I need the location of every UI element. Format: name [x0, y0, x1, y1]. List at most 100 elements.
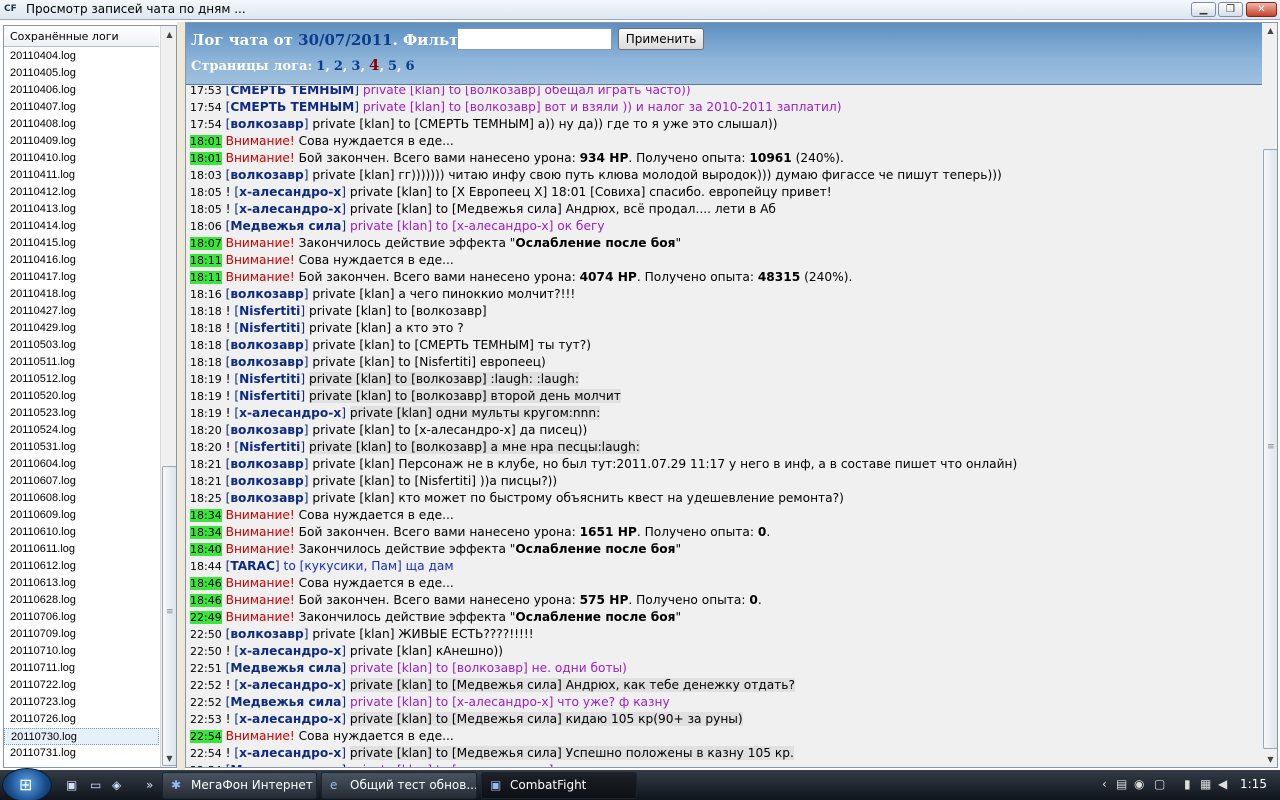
nickname[interactable]: х-алесандро-х: [239, 185, 341, 199]
show-desktop-icon[interactable]: ▣: [66, 778, 77, 792]
quick-launch-more-icon[interactable]: »: [146, 778, 153, 792]
nickname[interactable]: Nisfertiti: [239, 321, 300, 335]
log-file-item[interactable]: 20110427.log: [4, 303, 159, 320]
minimize-button[interactable]: ▁: [1191, 2, 1216, 17]
nickname[interactable]: волкозавр: [230, 168, 303, 182]
scroll-down-arrow-icon[interactable]: ▼: [1263, 752, 1277, 767]
taskbar-button[interactable]: e Общий тест обнов...: [321, 772, 477, 799]
nickname[interactable]: волкозавр: [230, 457, 303, 471]
log-scrollbar[interactable]: ▲ ≡ ▼: [1263, 23, 1277, 767]
nickname[interactable]: Nisfertiti: [239, 304, 300, 318]
nickname[interactable]: х-алесандро-х: [239, 202, 341, 216]
nickname[interactable]: волкозавр: [230, 474, 303, 488]
saved-logs-header[interactable]: Сохранённые логи: [4, 26, 159, 47]
log-file-item[interactable]: 20110413.log: [4, 201, 159, 218]
page-link-6[interactable]: 6: [406, 59, 415, 74]
close-button[interactable]: ✕: [1246, 2, 1277, 17]
nickname[interactable]: волкозавр: [230, 117, 303, 131]
log-file-item[interactable]: 20110523.log: [4, 405, 159, 422]
media-player-icon[interactable]: ◈: [112, 778, 121, 792]
log-file-item[interactable]: 20110511.log: [4, 354, 159, 371]
taskbar-button[interactable]: ▣ CombatFight: [481, 772, 637, 799]
scroll-down-arrow-icon[interactable]: ▼: [162, 750, 176, 767]
log-file-item[interactable]: 20110416.log: [4, 252, 159, 269]
log-file-item[interactable]: 20110628.log: [4, 592, 159, 609]
log-file-item[interactable]: 20110405.log: [4, 65, 159, 82]
nickname[interactable]: Nisfertiti: [239, 440, 300, 454]
nickname[interactable]: Nisfertiti: [239, 389, 300, 403]
log-file-item[interactable]: 20110604.log: [4, 456, 159, 473]
scroll-up-arrow-icon[interactable]: ▲: [162, 26, 176, 43]
volume-tray-icon[interactable]: ◀: [1218, 777, 1227, 791]
nickname[interactable]: волкозавр: [230, 627, 303, 641]
log-file-item[interactable]: 20110407.log: [4, 99, 159, 116]
nickname[interactable]: СМЕРТЬ ТЕМНЫМ: [230, 86, 354, 97]
log-file-item[interactable]: 20110710.log: [4, 643, 159, 660]
page-link-2[interactable]: 2: [334, 59, 343, 74]
nickname[interactable]: Медвежья сила: [230, 219, 341, 233]
nickname[interactable]: Медвежья сила: [230, 695, 341, 709]
device-tray-icon[interactable]: ▮: [1184, 777, 1191, 791]
start-button[interactable]: ⊞: [2, 768, 52, 800]
log-file-item[interactable]: 20110612.log: [4, 558, 159, 575]
log-file-item[interactable]: 20110731.log: [4, 745, 159, 762]
log-file-item[interactable]: 20110608.log: [4, 490, 159, 507]
nickname[interactable]: волкозавр: [230, 423, 303, 437]
tray-expand-icon[interactable]: ‹: [1102, 777, 1107, 791]
language-flag-icon[interactable]: ▤: [1116, 777, 1127, 791]
nickname[interactable]: волкозавр: [230, 338, 303, 352]
nickname[interactable]: х-алесандро-х: [239, 678, 341, 692]
log-file-item[interactable]: 20110722.log: [4, 677, 159, 694]
title-bar[interactable]: CF Просмотр записей чата по дням ... ▁ ❐…: [0, 0, 1280, 20]
log-file-item[interactable]: 20110418.log: [4, 286, 159, 303]
switch-windows-icon[interactable]: ▭: [90, 778, 101, 792]
log-file-item[interactable]: 20110415.log: [4, 235, 159, 252]
nickname[interactable]: х-алесандро-х: [239, 746, 341, 760]
filter-input[interactable]: [457, 28, 612, 50]
log-file-item[interactable]: 20110520.log: [4, 388, 159, 405]
log-file-item[interactable]: 20110410.log: [4, 150, 159, 167]
taskbar-button[interactable]: ✱ МегаФон Интернет: [162, 772, 317, 799]
nickname[interactable]: х-алесандро-х: [239, 712, 341, 726]
nickname[interactable]: Медвежья сила: [230, 661, 341, 675]
log-file-item[interactable]: 20110411.log: [4, 167, 159, 184]
log-file-item[interactable]: 20110607.log: [4, 473, 159, 490]
log-file-item[interactable]: 20110723.log: [4, 694, 159, 711]
log-file-item[interactable]: 20110609.log: [4, 507, 159, 524]
log-file-item[interactable]: 20110408.log: [4, 116, 159, 133]
log-file-item[interactable]: 20110706.log: [4, 609, 159, 626]
log-file-item[interactable]: 20110611.log: [4, 541, 159, 558]
nickname[interactable]: волкозавр: [230, 355, 303, 369]
maximize-button[interactable]: ❐: [1218, 2, 1243, 17]
nickname[interactable]: TARAC: [230, 559, 275, 573]
log-file-item[interactable]: 20110404.log: [4, 48, 159, 65]
apply-filter-button[interactable]: Применить: [618, 28, 704, 50]
log-file-item[interactable]: 20110406.log: [4, 82, 159, 99]
nickname[interactable]: Медвежья сила: [230, 763, 341, 767]
log-file-item[interactable]: 20110414.log: [4, 218, 159, 235]
log-file-item[interactable]: 20110429.log: [4, 320, 159, 337]
log-file-item[interactable]: 20110610.log: [4, 524, 159, 541]
page-link-1[interactable]: 1: [316, 59, 325, 74]
panel-splitter[interactable]: [177, 22, 185, 770]
nickname[interactable]: х-алесандро-х: [239, 644, 341, 658]
nickname[interactable]: Nisfertiti: [239, 372, 300, 386]
monitor-tray-icon[interactable]: ▢: [1154, 777, 1165, 791]
sidebar-scroll-thumb[interactable]: ≡: [162, 466, 176, 766]
log-file-item[interactable]: 20110531.log: [4, 439, 159, 456]
page-link-4[interactable]: 4: [369, 56, 379, 74]
nickname[interactable]: х-алесандро-х: [239, 406, 341, 420]
log-file-item[interactable]: 20110524.log: [4, 422, 159, 439]
nickname[interactable]: волкозавр: [230, 287, 303, 301]
browser-tray-icon[interactable]: ◉: [1134, 777, 1144, 791]
log-scroll-thumb[interactable]: ≡: [1263, 149, 1277, 749]
log-file-item[interactable]: 20110412.log: [4, 184, 159, 201]
scroll-up-arrow-icon[interactable]: ▲: [1263, 23, 1277, 39]
log-file-item[interactable]: 20110512.log: [4, 371, 159, 388]
log-file-item[interactable]: 20110711.log: [4, 660, 159, 677]
chat-log-area[interactable]: 17:53 [СМЕРТЬ ТЕМНЫМ] private [klan] to …: [186, 86, 1262, 767]
log-file-item[interactable]: 20110730.log: [4, 728, 159, 745]
log-file-item[interactable]: 20110726.log: [4, 711, 159, 728]
sidebar-scrollbar[interactable]: ▲ ≡ ▼: [160, 26, 176, 767]
network-tray-icon[interactable]: ▦: [1200, 777, 1211, 791]
